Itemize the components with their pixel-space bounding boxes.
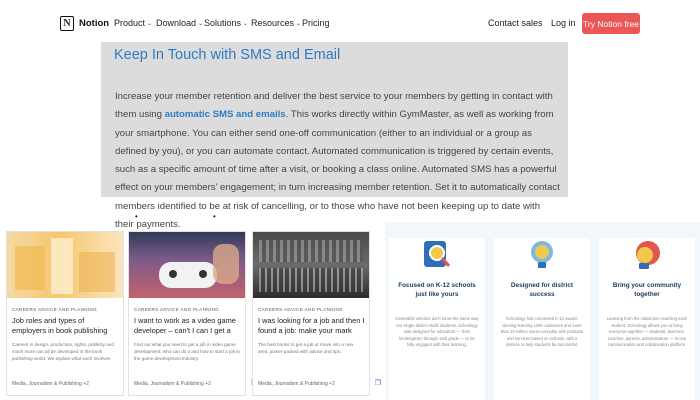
card-image-game-controller [129, 232, 245, 298]
card-title[interactable]: I want to work as a video game developer… [134, 316, 241, 336]
magnifier-icon [424, 241, 451, 267]
feature-title: Designed for district success [510, 282, 574, 298]
speech-bubble-icon [636, 241, 660, 269]
feature-card: Focused on K-12 schools just like yours … [389, 238, 485, 400]
feature-card: Bring your community together Learning f… [599, 238, 695, 400]
card-image-books [7, 232, 123, 298]
article-card[interactable]: CAREERS ADVICE AND PLANNING I was lookin… [252, 231, 381, 396]
card-footer-label: Media, Journalism & Publishing +2 [258, 381, 335, 387]
notion-logo-icon: N [60, 15, 74, 31]
card-category: CAREERS ADVICE AND PLANNING [12, 307, 98, 312]
try-notion-free-button[interactable]: Try Notion free [582, 13, 640, 34]
chevron-down-icon: ⌄ [198, 20, 204, 27]
nav-product-menu[interactable]: Product ⌄ [114, 18, 152, 28]
feature-description: Generalist vendors don't know the same w… [395, 316, 479, 348]
bookmark-icon[interactable]: ❐ [375, 379, 381, 387]
nav-resources-label: Resources [251, 18, 295, 28]
card-description: Careers in design, production, rights, p… [12, 342, 114, 361]
card-footer-label: Media, Journalism & Publishing +2 [12, 381, 89, 387]
card-footer-label: Media, Journalism & Publishing +2 [134, 381, 211, 387]
card-footer-tags: Media, Journalism & Publishing +2 [258, 381, 335, 387]
nav-resources-menu[interactable]: Resources ⌄ [251, 18, 301, 28]
brand-logo[interactable]: N Notion [60, 15, 110, 31]
article-title: Keep In Touch with SMS and Email [114, 47, 341, 63]
separator-dot: • [213, 212, 216, 221]
card-title[interactable]: I was looking for a job and then I found… [258, 316, 365, 336]
feature-description: Schoology has connected K-12 award-winni… [500, 316, 584, 348]
card-description: The best books to get a job or move into… [258, 342, 354, 354]
article-body-end: . This works directly within GymMaster, … [115, 109, 560, 231]
chevron-down-icon: ⌄ [243, 20, 249, 27]
feature-title: Bring your community together [612, 282, 682, 298]
card-category: CAREERS ADVICE AND PLANNING [134, 307, 220, 312]
feature-description: Learning from the classroom reaching eac… [606, 316, 688, 348]
lightbulb-icon [531, 241, 553, 268]
chevron-down-icon: ⌄ [296, 20, 302, 27]
nav-pricing-link[interactable]: Pricing [302, 18, 330, 28]
nav-download-label: Download [156, 18, 197, 28]
contact-sales-link[interactable]: Contact sales [488, 18, 543, 28]
nav-solutions-label: Solutions [204, 18, 242, 28]
article-card[interactable]: CAREERS ADVICE AND PLANNING I want to wo… [128, 231, 257, 396]
feature-title: Focused on K-12 schools just like yours [398, 282, 476, 298]
nav-solutions-menu[interactable]: Solutions ⌄ [204, 18, 248, 28]
card-footer-tags: Media, Journalism & Publishing +2 [134, 381, 211, 387]
brand-name: Notion [79, 17, 110, 29]
card-category: CAREERS ADVICE AND PLANNING [258, 307, 344, 312]
nav-download-menu[interactable]: Download ⌄ [156, 18, 203, 28]
article-body: Increase your member retention and deliv… [115, 88, 560, 234]
login-link[interactable]: Log in [551, 18, 576, 28]
card-description: Find out what you need to get a job in v… [134, 342, 240, 361]
separator-dot: • [135, 212, 138, 221]
feature-card: Designed for district success Schoology … [494, 238, 590, 400]
card-footer-tags: Media, Journalism & Publishing +2 [12, 381, 89, 387]
nav-product-label: Product [114, 18, 146, 28]
card-title[interactable]: Job roles and types of employers in book… [12, 316, 119, 336]
nav-pricing-label: Pricing [302, 18, 330, 28]
card-image-audio-desk [253, 232, 369, 298]
automatic-sms-link[interactable]: automatic SMS and emails [165, 109, 286, 120]
article-card[interactable]: CAREERS ADVICE AND PLANNING Job roles an… [6, 231, 135, 396]
chevron-down-icon: ⌄ [147, 20, 153, 27]
